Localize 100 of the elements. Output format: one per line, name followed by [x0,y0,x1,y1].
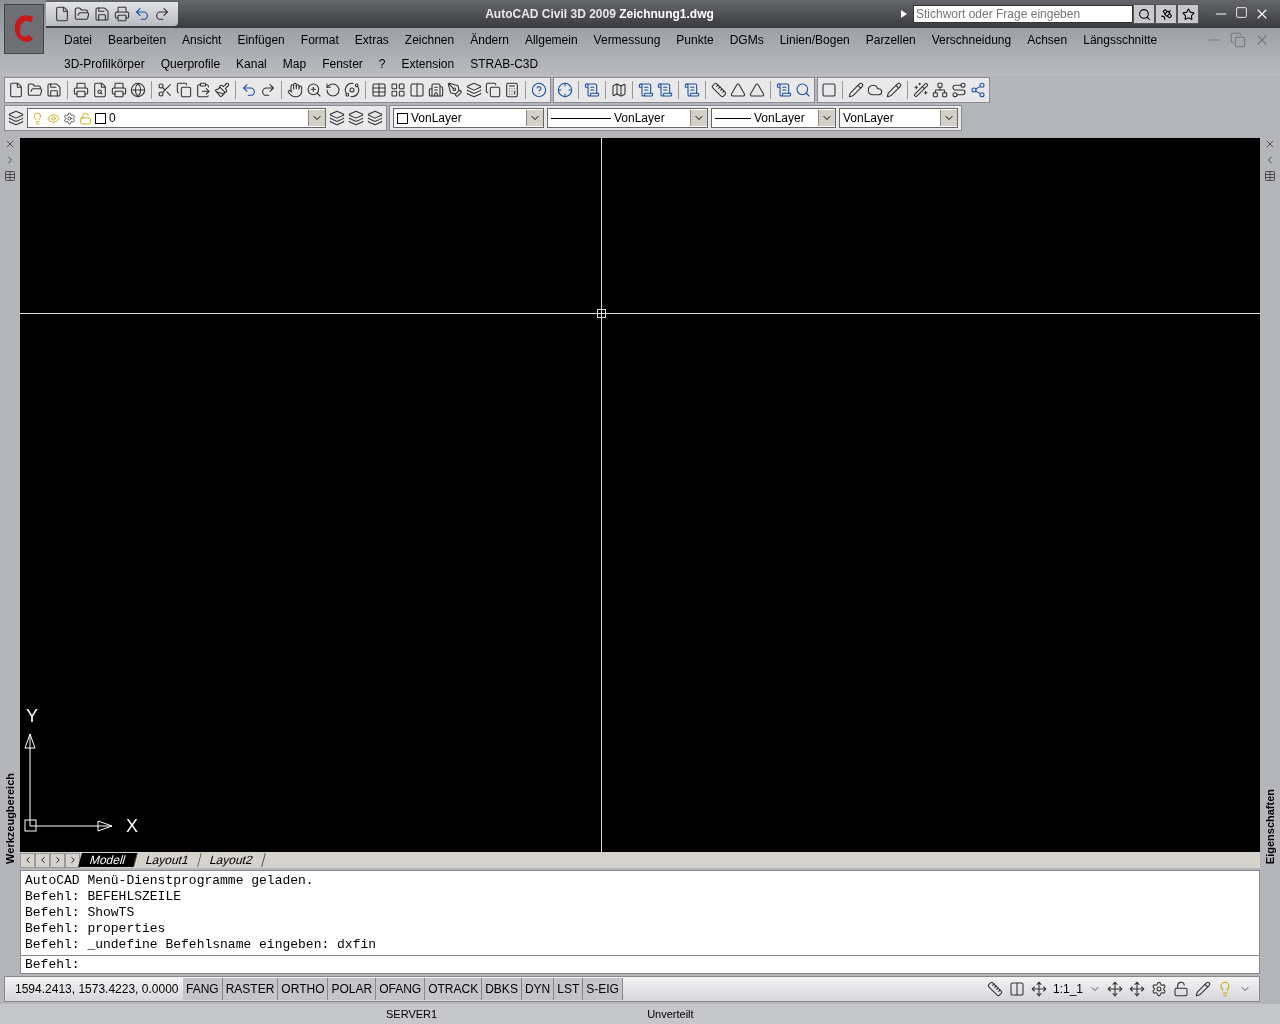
map-icon[interactable] [611,82,627,98]
cloud-icon[interactable] [867,82,883,98]
menu-item[interactable]: DGMs [721,33,772,47]
menu-item[interactable]: 3D-Profilkörper [56,57,153,71]
save-icon[interactable] [94,6,110,22]
layout-tab[interactable]: Modell [78,853,139,867]
layout-icon[interactable] [1008,981,1025,997]
zoom-previous-icon[interactable] [325,82,341,98]
copy-icon[interactable] [176,82,192,98]
triangle-icon[interactable] [749,82,765,98]
menu-item[interactable]: Einfügen [229,33,293,47]
favorites-button[interactable] [1177,4,1199,24]
menu-item[interactable]: Ansicht [174,33,230,47]
help-icon[interactable] [531,82,547,98]
undo-icon[interactable] [134,6,150,22]
wand-icon[interactable] [913,82,929,98]
scroll-icon[interactable] [684,82,700,98]
preview-icon[interactable] [92,82,108,98]
cut-icon[interactable] [157,82,173,98]
pencil-icon[interactable] [886,82,902,98]
hand-icon[interactable] [287,82,303,98]
drafting-toggle[interactable]: DBKS [482,978,522,1000]
stack-icon[interactable] [485,82,501,98]
printer-icon[interactable] [111,82,127,98]
zoom-icon[interactable] [306,82,322,98]
globe-icon[interactable] [130,82,146,98]
command-prompt[interactable]: Befehl: [21,956,1259,974]
menu-item[interactable]: Parzellen [857,33,924,47]
lineweight-dropdown[interactable]: VonLayer [711,108,836,128]
menu-item[interactable]: Querprofile [152,57,229,71]
triangle-icon[interactable] [730,82,746,98]
menu-item[interactable]: Fenster [314,57,371,71]
layers-icon[interactable] [348,110,364,126]
printer-icon[interactable] [73,82,89,98]
drawing-canvas[interactable]: Y X [20,138,1260,852]
color-dropdown[interactable]: VonLayer [393,108,544,128]
maximize-icon[interactable] [1235,6,1248,19]
drafting-toggle[interactable]: RASTER [222,978,279,1000]
layer-manager-icon[interactable] [8,110,24,126]
menu-item[interactable]: Format [292,33,347,47]
dropdown-button[interactable] [818,110,835,126]
folder-icon[interactable] [74,6,90,22]
folder-icon[interactable] [27,82,43,98]
communication-button[interactable] [1155,4,1177,24]
menu-icon[interactable] [4,170,16,182]
drafting-toggle[interactable]: S-EIG [583,978,623,1000]
drafting-toggle[interactable]: OFANG [376,978,426,1000]
search-field[interactable]: Stichwort oder Frage eingeben [913,5,1133,23]
new-file-icon[interactable] [54,6,70,22]
orbit-icon[interactable] [344,82,360,98]
new-file-icon[interactable] [8,82,24,98]
layout-tab[interactable]: Layout1 [134,853,202,867]
menu-item[interactable]: Verschneidung [923,33,1020,47]
layers-icon[interactable] [329,110,345,126]
menu-item[interactable]: Extension [393,57,463,71]
crosshair-icon[interactable] [557,82,573,98]
drafting-toggle[interactable]: POLAR [328,978,377,1000]
annotation-scale[interactable]: 1:1_1 [1052,982,1083,996]
menu-item[interactable]: Punkte [668,33,722,47]
expand-arrow-icon[interactable] [901,10,907,18]
lock-icon[interactable] [1173,981,1189,997]
linetype-dropdown[interactable]: VonLayer [547,108,708,128]
menu-item[interactable]: ? [370,57,394,71]
redo-icon[interactable] [260,82,276,98]
menu-item[interactable]: Linien/Bogen [771,33,858,47]
drafting-toggle[interactable]: OTRACK [425,978,483,1000]
save-icon[interactable] [46,82,62,98]
menu-item[interactable]: Längsschnitte [1075,33,1166,47]
scroll-icon[interactable] [584,82,600,98]
dropdown-button[interactable] [308,110,325,126]
menu-icon[interactable] [1264,170,1276,182]
share-icon[interactable] [970,82,986,98]
menu-item[interactable]: Achsen [1019,33,1076,47]
pen-icon[interactable] [447,82,463,98]
close-icon[interactable] [1264,138,1276,150]
brush-icon[interactable] [214,82,230,98]
layers-icon[interactable] [466,82,482,98]
menu-item[interactable]: STRAB-C3D [462,57,547,71]
drafting-toggle[interactable]: ORTHO [278,978,329,1000]
scroll-icon[interactable] [638,82,654,98]
drafting-toggle[interactable]: DYN [521,978,555,1000]
pen-icon[interactable] [1195,981,1211,997]
ruler-icon[interactable] [711,82,727,98]
drafting-toggle[interactable]: LST [554,978,584,1000]
windows-icon[interactable] [821,82,837,98]
previous-tab-button[interactable] [35,852,50,868]
scroll-icon[interactable] [657,82,673,98]
menu-item[interactable]: Vermessung [585,33,669,47]
menu-item[interactable]: Zeichnen [396,33,463,47]
dropdown-button[interactable] [526,110,543,126]
plot-style-dropdown[interactable]: VonLayer [839,108,958,128]
route-icon[interactable] [951,82,967,98]
menu-item[interactable]: Ändern [462,33,517,47]
printer-icon[interactable] [114,6,130,22]
layout-tab[interactable]: Layout2 [198,853,266,867]
first-tab-button[interactable] [20,852,35,868]
dropdown-button[interactable] [690,110,707,126]
window-icon[interactable] [371,82,387,98]
drafting-toggle[interactable]: FANG [183,978,223,1000]
layer-dropdown[interactable]: 0 [27,108,326,128]
